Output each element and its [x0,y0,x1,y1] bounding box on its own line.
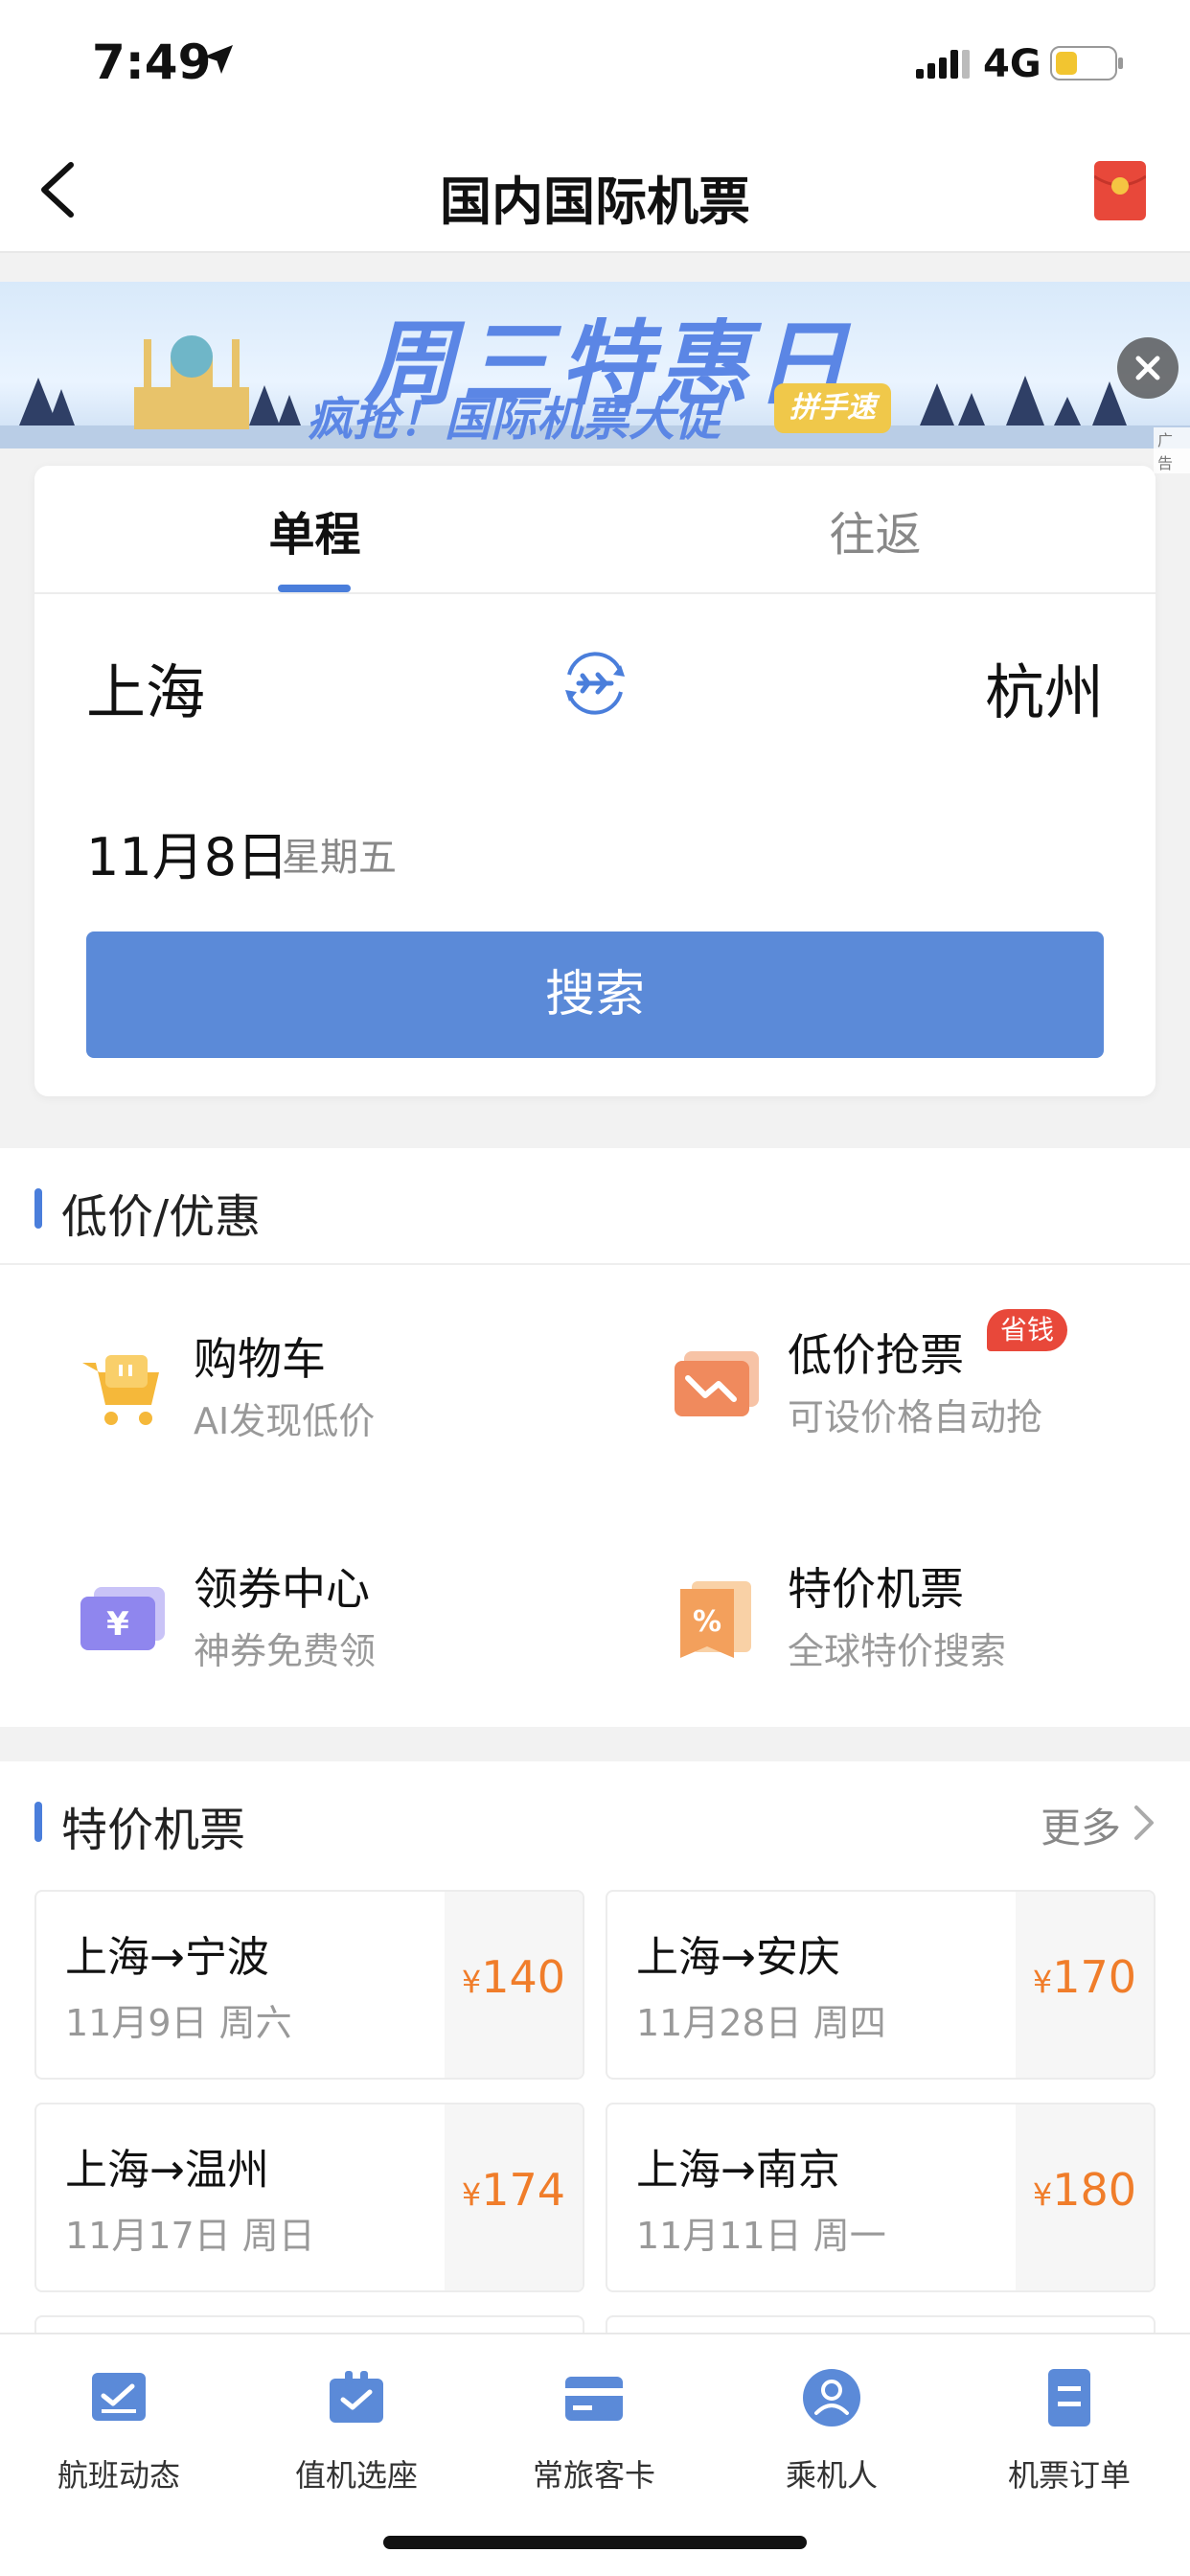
chevron-right-icon[interactable] [1133,1804,1156,1842]
section-accent-bar [34,1188,42,1229]
section-accent-bar [34,1802,42,1842]
tab-label: 航班动态 [57,2457,180,2494]
tab-label: 机票订单 [1007,2457,1131,2494]
status-bar: 7:49 4G [0,0,1190,125]
deal-card[interactable]: 上海→温州 11月17日 周日 ¥174 [34,2103,584,2292]
ticket-order-icon [1048,2369,1090,2426]
banner-subtitle: 疯抢！国际机票大促 [307,393,721,447]
promo-item-subtitle: 神券免费领 [194,1630,377,1672]
close-banner-icon[interactable] [1117,337,1179,399]
red-packet-icon[interactable] [1094,161,1146,220]
status-time: 7:49 [92,34,212,90]
promo-item-shopping-cart[interactable]: 购物车 AI发现低价 [77,1321,613,1474]
tab-orders[interactable]: 机票订单 [950,2350,1188,2503]
price-value: 174 [481,2164,565,2216]
deal-date: 11月11日 周一 [636,2215,886,2257]
trip-type-tabs: 单程 往返 [34,466,1156,594]
deals-section-title: 特价机票 [61,1804,246,1857]
currency-symbol: ¥ [461,1964,482,2000]
departure-weekday: 星期五 [282,836,397,880]
deal-date: 11月9日 周六 [65,2002,292,2044]
flight-status-icon [92,2373,146,2421]
tab-passengers[interactable]: 乘机人 [713,2350,950,2503]
promo-item-special-tickets[interactable]: % 特价机票 全球特价搜索 [671,1551,1190,1704]
deal-route: 上海→温州 [65,2146,269,2195]
promo-item-subtitle: 全球特价搜索 [788,1630,1007,1672]
search-button[interactable]: 搜索 [86,932,1104,1058]
svg-text:%: % [693,1605,721,1639]
flight-search-card: 单程 往返 上海 杭州 11月8日 星期五 搜索 [34,466,1156,1096]
promo-item-title: 低价抢票 [788,1329,964,1381]
arrival-city[interactable]: 杭州 [985,644,1104,730]
nav-bar: 国内国际机票 [0,125,1190,253]
currency-symbol: ¥ [1032,1964,1053,2000]
tab-flight-status[interactable]: 航班动态 [0,2350,238,2503]
deal-price: ¥174 [462,2164,565,2216]
promo-section: 低价/优惠 购物车 AI发现低价 低价抢票 省钱 可设价格自动抢 ¥ 领券中心 … [0,1148,1190,1727]
swap-cities-icon[interactable] [558,646,632,721]
passenger-icon [803,2369,860,2426]
deal-card[interactable]: 上海→宁波 11月9日 周六 ¥140 [34,1890,584,2080]
deal-price: ¥180 [1033,2164,1136,2216]
promo-item-coupon-center[interactable]: ¥ 领券中心 神券免费领 [77,1551,613,1704]
price-drop-icon [675,1351,759,1416]
deal-date: 11月28日 周四 [636,2002,886,2044]
deal-price: ¥140 [462,1951,565,2003]
tab-label: 常旅客卡 [532,2457,655,2494]
promo-item-price-alert[interactable]: 低价抢票 省钱 可设价格自动抢 [671,1309,1190,1470]
currency-symbol: ¥ [461,2176,482,2213]
promo-item-subtitle: 可设价格自动抢 [788,1396,1043,1438]
signal-icon [916,50,970,79]
price-value: 140 [481,1951,565,2003]
departure-date[interactable]: 11月8日 [86,815,288,890]
network-type: 4G [983,42,1041,86]
page-title: 国内国际机票 [440,172,750,232]
promo-item-title: 领券中心 [194,1563,370,1615]
tab-round-trip[interactable]: 往返 [595,496,1156,564]
frequent-flyer-card-icon [565,2377,623,2421]
battery-icon [1050,46,1123,80]
more-deals-link[interactable]: 更多 [1041,1796,1121,1854]
tab-check-in[interactable]: 值机选座 [238,2350,475,2503]
promo-banner[interactable]: 周三特惠日 疯抢！国际机票大促 拼手速 [0,282,1190,448]
check-in-seat-icon [330,2371,383,2423]
deal-date: 11月17日 周日 [65,2215,315,2257]
deal-card[interactable]: 上海→南京 11月11日 周一 ¥180 [606,2103,1156,2292]
deal-route: 上海→安庆 [636,1933,840,1982]
deal-card[interactable]: 上海→安庆 11月28日 周四 ¥170 [606,1890,1156,2080]
coupon-icon: ¥ [80,1587,165,1650]
promo-item-title: 购物车 [194,1333,326,1385]
price-value: 180 [1052,2164,1136,2216]
promo-item-title: 特价机票 [788,1563,964,1615]
tab-label: 乘机人 [785,2457,878,2494]
special-deals-section: 特价机票 更多 上海→宁波 11月9日 周六 ¥140 上海→安庆 11月28日… [0,1761,1190,2354]
deals-section-header: 特价机票 更多 [0,1761,1190,1878]
tab-label: 值机选座 [294,2457,418,2494]
discount-ticket-icon: % [680,1581,751,1658]
deal-route: 上海→宁波 [65,1933,269,1982]
save-money-badge: 省钱 [987,1309,1068,1351]
tab-frequent-flyer[interactable]: 常旅客卡 [475,2350,713,2503]
promo-item-subtitle: AI发现低价 [194,1400,376,1442]
shopping-cart-icon [82,1355,159,1425]
tab-one-way[interactable]: 单程 [34,496,595,564]
ad-label: 广告 [1154,427,1190,473]
location-arrow-icon [204,45,233,74]
deal-route: 上海→南京 [636,2146,840,2195]
departure-city[interactable]: 上海 [86,644,205,730]
currency-symbol: ¥ [1032,2176,1053,2213]
active-tab-indicator [278,585,351,592]
promo-section-title: 低价/优惠 [61,1190,262,1244]
home-indicator[interactable] [383,2536,807,2549]
promo-section-header: 低价/优惠 [0,1148,1190,1265]
banner-badge: 拼手速 [774,383,891,433]
svg-text:¥: ¥ [106,1605,129,1644]
price-value: 170 [1052,1951,1136,2003]
deal-price: ¥170 [1033,1951,1136,2003]
